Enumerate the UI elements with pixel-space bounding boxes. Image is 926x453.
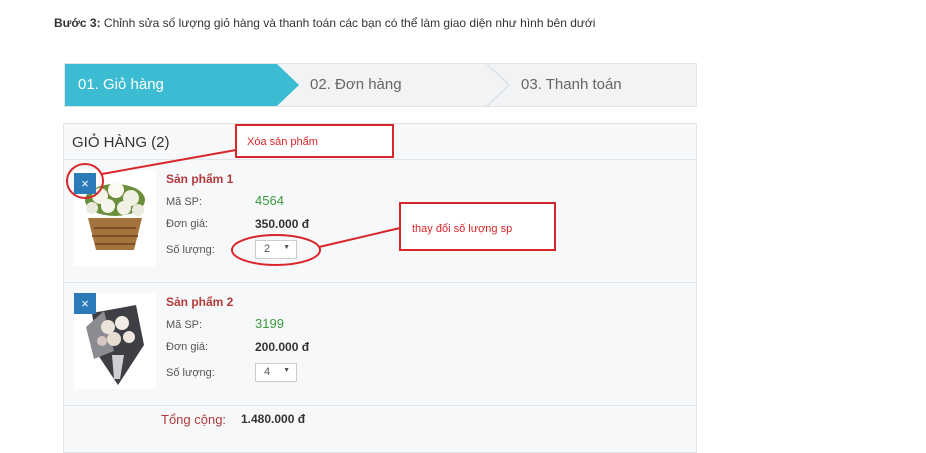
product-code: 3199	[255, 316, 284, 331]
remove-item-button[interactable]: ×	[74, 173, 96, 194]
qty-label: Số lượng:	[166, 367, 215, 379]
total-value: 1.480.000 đ	[241, 412, 306, 426]
divider	[64, 282, 696, 283]
step-separator	[486, 64, 510, 106]
product-price: 350.000 đ	[255, 217, 310, 231]
step-order[interactable]: 02. Đơn hàng	[310, 76, 402, 93]
product-name[interactable]: Sản phẩm 1	[166, 172, 233, 186]
step-payment[interactable]: 03. Thanh toán	[521, 76, 622, 93]
annotation-delete: Xóa sản phẩm	[235, 124, 394, 158]
quantity-value: 4	[264, 366, 271, 378]
product-code: 4564	[255, 193, 284, 208]
total-label: Tổng cộng:	[161, 412, 227, 427]
divider	[64, 159, 696, 160]
annotation-qty-text: thay đổi số lượng sp	[412, 223, 513, 235]
chevron-down-icon: ▼	[283, 367, 290, 374]
quantity-select[interactable]: 4 ▼	[255, 363, 297, 382]
price-label: Đơn giá:	[166, 218, 209, 230]
chevron-down-icon: ▼	[283, 244, 290, 251]
price-label: Đơn giá:	[166, 341, 209, 353]
intro-step: Bước 3:	[54, 16, 101, 30]
annotation-qty: thay đổi số lượng sp	[399, 202, 556, 251]
checkout-steps: 01. Giỏ hàng 02. Đơn hàng 03. Thanh toán	[64, 63, 697, 107]
intro-body: Chỉnh sửa số lượng giỏ hàng và thanh toá…	[100, 16, 596, 30]
quantity-select[interactable]: 2 ▼	[255, 240, 297, 259]
product-price: 200.000 đ	[255, 340, 310, 354]
remove-item-button[interactable]: ×	[74, 293, 96, 314]
divider	[64, 405, 696, 406]
annotation-delete-text: Xóa sản phẩm	[247, 136, 318, 148]
cart-panel: GIỎ HÀNG (2) × Sản phẩm 1 Mã SP: 4564 Đơ…	[63, 123, 697, 453]
product-name[interactable]: Sản phẩm 2	[166, 295, 233, 309]
code-label: Mã SP:	[166, 319, 203, 331]
quantity-value: 2	[264, 243, 271, 255]
intro-text: Bước 3: Chỉnh sửa số lượng giỏ hàng và t…	[54, 16, 595, 30]
code-label: Mã SP:	[166, 196, 203, 208]
cart-title: GIỎ HÀNG (2)	[72, 134, 170, 151]
step-cart[interactable]: 01. Giỏ hàng	[78, 76, 164, 93]
qty-label: Số lượng:	[166, 244, 215, 256]
